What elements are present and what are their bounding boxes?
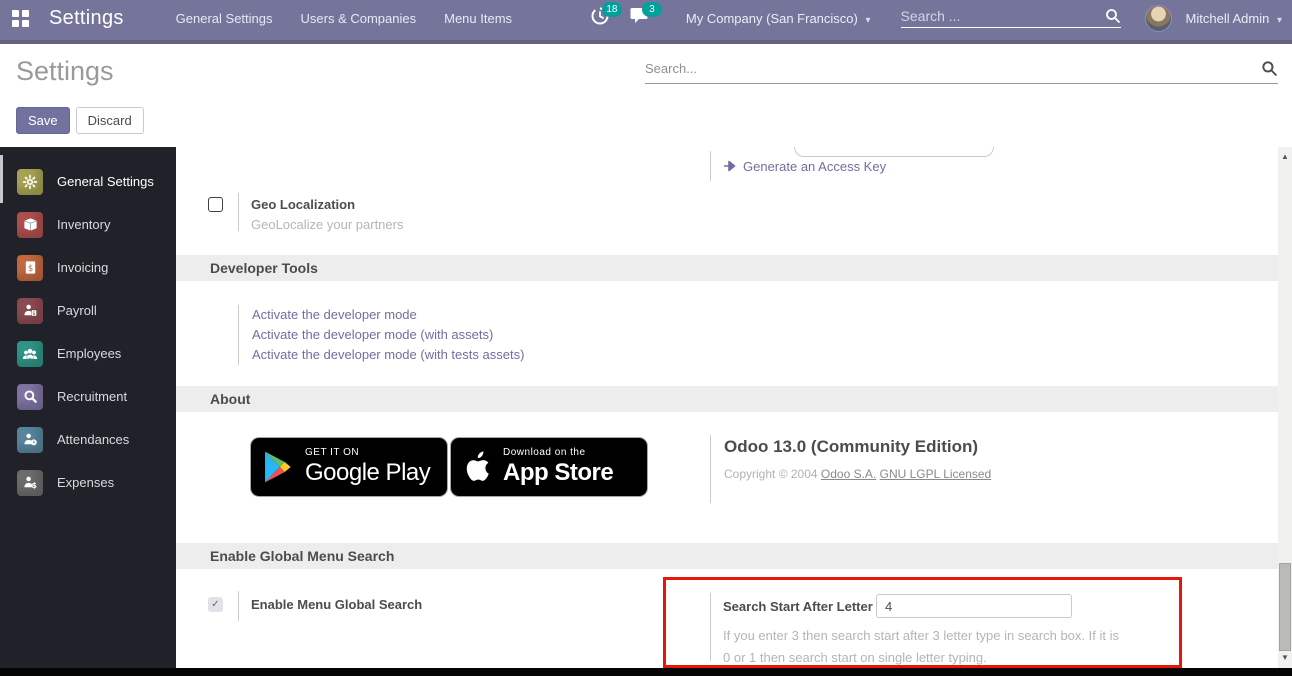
- chevron-down-icon: ▾: [1277, 15, 1282, 26]
- scroll-up-icon[interactable]: ▲: [1278, 150, 1292, 164]
- user-avatar[interactable]: [1145, 5, 1172, 32]
- odoo-sa-link[interactable]: Odoo S.A.: [821, 467, 876, 481]
- field-help-line1: If you enter 3 then search start after 3…: [723, 628, 1119, 643]
- about-block: Odoo 13.0 (Community Edition) Copyright …: [710, 435, 991, 503]
- user-menu[interactable]: Mitchell Admin ▾: [1186, 11, 1282, 26]
- discard-button[interactable]: Discard: [76, 107, 144, 134]
- lgpl-license-link[interactable]: GNU LGPL Licensed: [880, 467, 992, 481]
- payroll-icon: $: [17, 298, 43, 324]
- activity-menu[interactable]: 18: [590, 6, 616, 30]
- scroll-down-icon[interactable]: ▼: [1278, 651, 1292, 665]
- top-navbar: Settings General Settings Users & Compan…: [0, 0, 1292, 44]
- settings-search-bar: [645, 60, 1278, 84]
- save-button[interactable]: Save: [16, 107, 70, 134]
- svg-text:$: $: [31, 481, 36, 490]
- settings-search-input[interactable]: [645, 61, 1261, 76]
- box-icon: [17, 212, 43, 238]
- store-badges: GET IT ON Google Play Download on the Ap…: [250, 437, 648, 497]
- menu-menu-items[interactable]: Menu Items: [444, 11, 512, 26]
- page-title: Settings: [16, 56, 114, 87]
- vertical-scrollbar[interactable]: ▲ ▼: [1278, 147, 1292, 668]
- search-icon[interactable]: [1105, 8, 1121, 24]
- attendance-icon: [17, 427, 43, 453]
- sidebar-item-inventory[interactable]: Inventory: [0, 203, 176, 246]
- sidebar-item-invoicing[interactable]: $ Invoicing: [0, 246, 176, 289]
- gear-icon: [17, 169, 43, 195]
- activate-dev-mode-tests-link[interactable]: Activate the developer mode (with tests …: [252, 345, 524, 365]
- sidebar-scrollbar[interactable]: [0, 155, 3, 203]
- settings-content: Generate an Access Key Geo Localization …: [176, 147, 1278, 668]
- company-switcher[interactable]: My Company (San Francisco) ▾: [686, 11, 871, 26]
- recruitment-icon: [17, 384, 43, 410]
- sidebar-item-attendances[interactable]: Attendances: [0, 418, 176, 461]
- scrollbar-thumb[interactable]: [1279, 563, 1291, 651]
- search-icon[interactable]: [1261, 60, 1278, 77]
- activate-dev-mode-link[interactable]: Activate the developer mode: [252, 305, 524, 325]
- app-store-badge[interactable]: Download on the App Store: [450, 437, 648, 497]
- sidebar-item-employees[interactable]: Employees: [0, 332, 176, 375]
- enable-menu-global-search-checkbox[interactable]: ✓: [208, 597, 223, 612]
- google-play-icon: [263, 451, 293, 483]
- main-area: General Settings Inventory $ Invoicing $…: [0, 147, 1292, 668]
- navbar-systray: 18 3 My Company (San Francisco) ▾ Mitche…: [590, 5, 1282, 32]
- section-global-menu-search: Enable Global Menu Search: [176, 543, 1278, 569]
- copyright-line: Copyright © 2004 Odoo S.A. GNU LGPL Lice…: [724, 467, 991, 481]
- geo-localization-checkbox[interactable]: [208, 197, 223, 212]
- control-panel: Settings Save Discard: [0, 44, 1292, 147]
- apple-icon: [463, 450, 491, 484]
- odoo-version: Odoo 13.0 (Community Edition): [724, 437, 991, 457]
- sidebar-item-general-settings[interactable]: General Settings: [0, 160, 176, 203]
- sidebar-item-payroll[interactable]: $ Payroll: [0, 289, 176, 332]
- activate-dev-mode-assets-link[interactable]: Activate the developer mode (with assets…: [252, 325, 524, 345]
- geo-localization-label[interactable]: Geo Localization: [251, 197, 355, 212]
- svg-text:$: $: [27, 263, 32, 273]
- sidebar-item-recruitment[interactable]: Recruitment: [0, 375, 176, 418]
- bottom-bar: [0, 668, 1292, 676]
- section-developer-tools: Developer Tools: [176, 255, 1278, 281]
- chevron-down-icon: ▾: [866, 15, 871, 26]
- svg-text:$: $: [32, 311, 35, 317]
- divider: [238, 591, 239, 621]
- enable-menu-global-search-label[interactable]: Enable Menu Global Search: [251, 597, 422, 612]
- settings-sidebar: General Settings Inventory $ Invoicing $…: [0, 147, 176, 668]
- expense-icon: $: [17, 470, 43, 496]
- navbar-search-input[interactable]: [901, 8, 1105, 24]
- developer-links: Activate the developer mode Activate the…: [238, 305, 524, 365]
- search-start-after-letter-label: Search Start After Letter: [723, 599, 873, 614]
- action-buttons: Save Discard: [16, 107, 144, 134]
- geo-localization-help: GeoLocalize your partners: [251, 217, 403, 232]
- field-help-line2: 0 or 1 then search start on single lette…: [723, 650, 987, 665]
- apps-menu-icon[interactable]: [12, 10, 29, 27]
- menu-general-settings[interactable]: General Settings: [176, 11, 273, 26]
- message-count-badge: 3: [642, 2, 662, 17]
- divider: [238, 193, 239, 231]
- divider: [710, 593, 711, 661]
- google-play-badge[interactable]: GET IT ON Google Play: [250, 437, 448, 497]
- employees-icon: [17, 341, 43, 367]
- generate-access-key-row: Generate an Access Key: [710, 151, 886, 181]
- generate-access-key-link[interactable]: Generate an Access Key: [743, 159, 886, 174]
- search-start-after-letter-input[interactable]: [876, 594, 1072, 618]
- navbar-search: [901, 8, 1121, 28]
- section-about: About: [176, 386, 1278, 412]
- invoice-icon: $: [17, 255, 43, 281]
- messages-menu[interactable]: 3: [630, 6, 656, 30]
- navbar-menu: General Settings Users & Companies Menu …: [176, 11, 512, 26]
- menu-users-companies[interactable]: Users & Companies: [301, 11, 417, 26]
- activity-count-badge: 18: [602, 2, 622, 17]
- app-title[interactable]: Settings: [49, 7, 124, 30]
- arrow-right-icon: [723, 160, 737, 172]
- sidebar-item-expenses[interactable]: $ Expenses: [0, 461, 176, 504]
